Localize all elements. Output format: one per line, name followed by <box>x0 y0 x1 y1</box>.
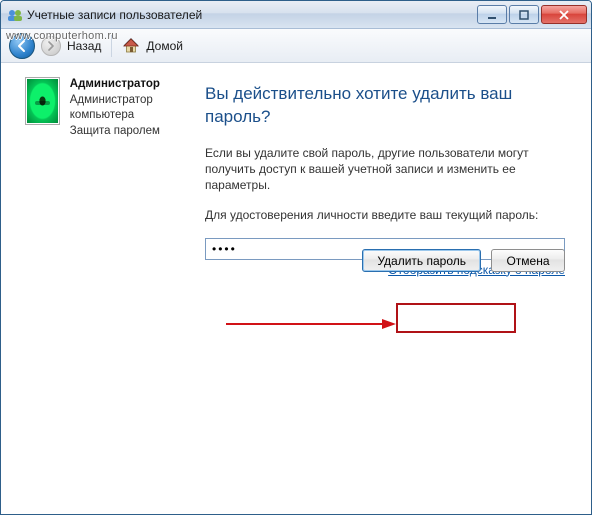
maximize-button[interactable] <box>509 5 539 24</box>
home-label[interactable]: Домой <box>146 39 183 53</box>
user-name: Администратор <box>70 77 175 93</box>
user-panel: Администратор Администратор компьютера З… <box>25 77 175 500</box>
watermark-text: www.computerhom.ru <box>6 30 118 42</box>
main-panel: Вы действительно хотите удалить ваш паро… <box>205 77 565 500</box>
window-title: Учетные записи пользователей <box>27 8 477 22</box>
page-heading: Вы действительно хотите удалить ваш паро… <box>205 83 565 129</box>
delete-password-button[interactable]: Удалить пароль <box>362 249 481 272</box>
dialog-buttons: Удалить пароль Отмена <box>362 249 565 272</box>
window-controls <box>477 5 587 24</box>
app-icon <box>7 7 23 23</box>
cancel-button[interactable]: Отмена <box>491 249 565 272</box>
warning-text: Если вы удалите свой пароль, другие поль… <box>205 145 565 194</box>
titlebar: Учетные записи пользователей <box>1 1 591 29</box>
user-role: Администратор компьютера <box>70 93 175 124</box>
window-frame: Учетные записи пользователей www.compute… <box>0 0 592 515</box>
close-button[interactable] <box>541 5 587 24</box>
home-icon[interactable] <box>122 37 140 55</box>
user-info: Администратор Администратор компьютера З… <box>70 77 175 500</box>
minimize-button[interactable] <box>477 5 507 24</box>
user-status: Защита паролем <box>70 124 175 140</box>
content-area: Администратор Администратор компьютера З… <box>1 63 591 514</box>
avatar <box>25 77 60 125</box>
prompt-text: Для удостоверения личности введите ваш т… <box>205 207 565 223</box>
